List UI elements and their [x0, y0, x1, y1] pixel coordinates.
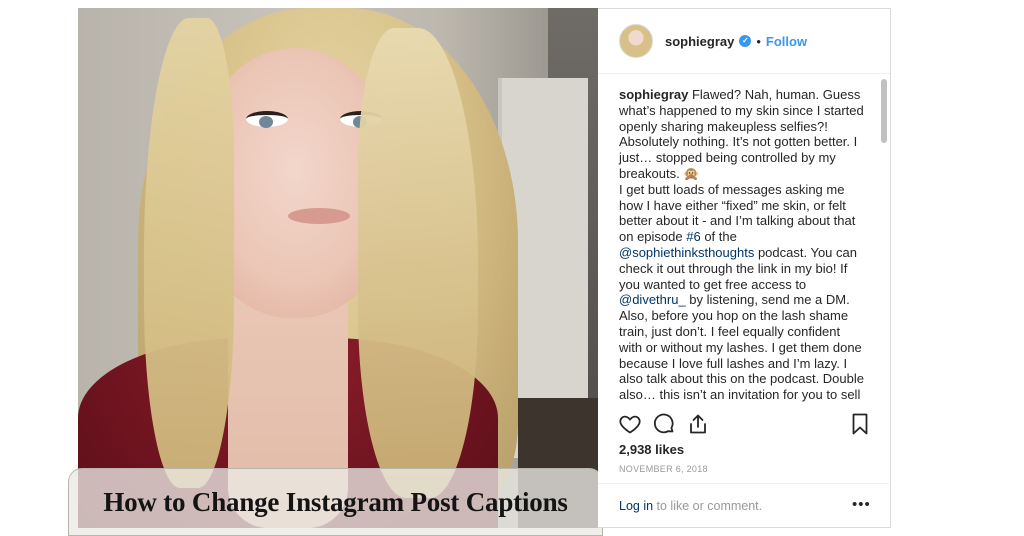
caption-paragraph-1: sophiegray Flawed? Nah, human. Guess wha… — [619, 87, 866, 182]
post-date[interactable]: NOVEMBER 6, 2018 — [619, 464, 708, 474]
heart-icon[interactable] — [618, 412, 642, 436]
post-actions — [618, 412, 872, 436]
caption-text-2a: I get butt loads of messages asking me h… — [619, 181, 856, 245]
article-title-banner: How to Change Instagram Post Captions — [68, 468, 603, 536]
photo-hair-left — [144, 18, 234, 488]
like-count[interactable]: 2,938 likes — [619, 442, 684, 457]
photo-mouth — [288, 208, 350, 224]
login-link[interactable]: Log in — [619, 499, 653, 513]
caption-paragraph-2: I get butt loads of messages asking me h… — [619, 182, 866, 308]
header-username[interactable]: sophiegray — [665, 34, 734, 49]
caption-username[interactable]: sophiegray — [619, 87, 688, 102]
photo-hair-right — [358, 28, 478, 498]
article-title: How to Change Instagram Post Captions — [103, 486, 568, 517]
comment-icon[interactable] — [652, 412, 676, 436]
post-photo — [78, 8, 598, 528]
follow-button[interactable]: Follow — [766, 34, 807, 49]
caption-text-2d: by listening, send me a DM. — [685, 292, 850, 308]
share-icon[interactable] — [686, 412, 710, 436]
caption-scrollbar[interactable] — [881, 75, 887, 405]
caption-hashtag[interactable]: #6 — [686, 229, 700, 244]
avatar[interactable] — [619, 24, 653, 58]
verified-badge-icon: ✓ — [739, 35, 752, 47]
caption-text-2b: of the — [700, 229, 737, 245]
post-header: sophiegray ✓ • Follow — [598, 9, 890, 74]
caption-mention-divethru[interactable]: @divethru_ — [619, 292, 686, 307]
scrollbar-thumb[interactable] — [881, 79, 887, 143]
more-options-icon[interactable]: ••• — [852, 496, 871, 513]
caption-text-3: Also, before you hop on the lash shame t… — [619, 308, 864, 405]
post-side-panel: sophiegray ✓ • Follow sophiegray Flawed?… — [598, 8, 891, 528]
comment-bar: Log in to like or comment. ••• — [598, 483, 889, 528]
post-caption: sophiegray Flawed? Nah, human. Guess wha… — [598, 75, 866, 405]
header-separator: • — [756, 33, 761, 49]
caption-scroll-area[interactable]: sophiegray Flawed? Nah, human. Guess wha… — [598, 75, 889, 405]
login-prompt-text: to like or comment. — [653, 499, 763, 513]
photo-eye-left — [246, 111, 288, 128]
caption-mention-podcast[interactable]: @sophiethinksthoughts — [619, 245, 754, 260]
bookmark-icon[interactable] — [848, 412, 872, 436]
login-prompt: Log in to like or comment. — [619, 499, 762, 513]
caption-paragraph-3: Also, before you hop on the lash shame t… — [619, 308, 866, 405]
